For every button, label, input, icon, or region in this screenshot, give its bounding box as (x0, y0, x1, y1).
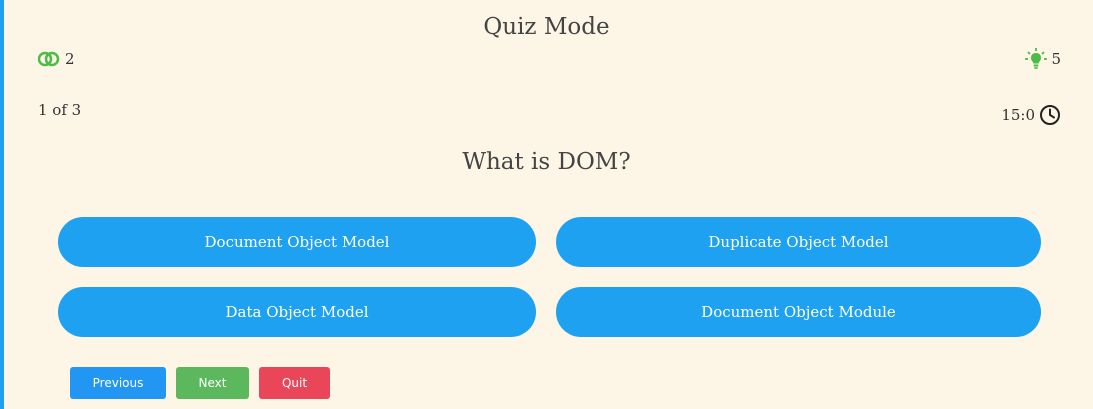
question-counter: 1 of 3 (38, 101, 82, 119)
fifty-fifty-icon (37, 50, 60, 68)
lightbulb-icon (1025, 48, 1048, 70)
left-accent-bar (0, 0, 4, 409)
option-button-3[interactable]: Data Object Model (58, 287, 536, 337)
lifelines-count: 2 (65, 50, 75, 68)
hints-indicator[interactable]: 5 (1025, 48, 1061, 70)
next-button[interactable]: Next (176, 367, 249, 399)
hints-count: 5 (1051, 50, 1061, 68)
quit-button[interactable]: Quit (259, 367, 330, 399)
option-button-1[interactable]: Document Object Model (58, 217, 536, 267)
option-button-4[interactable]: Document Object Module (556, 287, 1041, 337)
lifelines-indicator[interactable]: 2 (37, 50, 75, 68)
option-button-2[interactable]: Duplicate Object Model (556, 217, 1041, 267)
timer-value: 15:0 (1001, 106, 1035, 124)
question-text: What is DOM? (462, 149, 631, 175)
timer: 15:0 (1001, 104, 1061, 126)
clock-icon (1039, 104, 1061, 126)
page-title: Quiz Mode (483, 14, 610, 40)
previous-button[interactable]: Previous (70, 367, 166, 399)
